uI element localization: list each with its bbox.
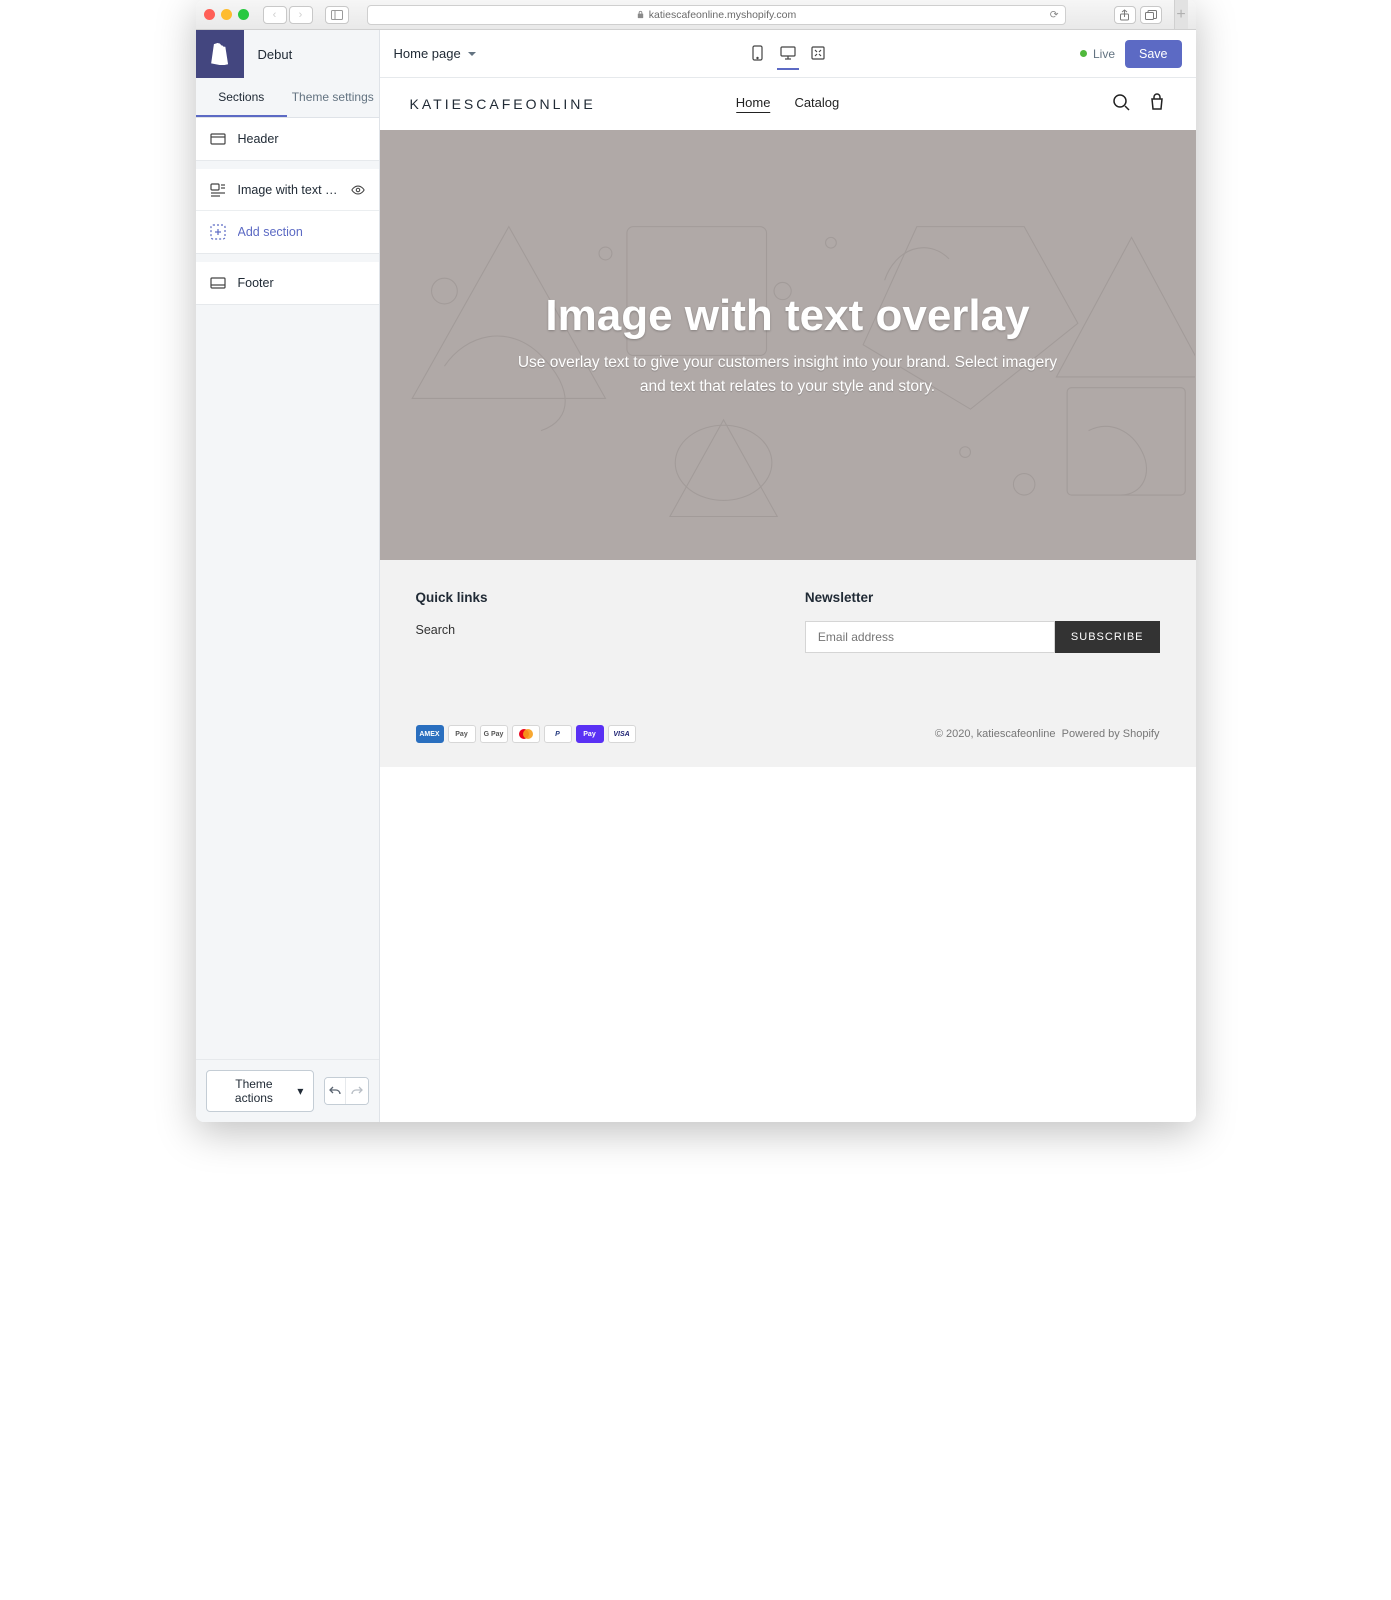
redo-button[interactable] [346,1078,367,1104]
store-nav: Home Catalog [736,95,840,113]
add-section-label: Add section [238,225,365,239]
editor-main: Home page Live Save KATIESCAFEONLINE [380,30,1196,1122]
hero-placeholder-art [380,130,1196,560]
subscribe-button[interactable]: SUBSCRIBE [1055,621,1160,653]
page-selector[interactable]: Home page [394,46,477,61]
quick-link-search[interactable]: Search [416,623,456,637]
close-window-icon[interactable] [204,9,215,20]
cart-icon[interactable] [1148,93,1166,116]
newsletter-title: Newsletter [805,590,1160,605]
add-section-button[interactable]: Add section [196,211,379,253]
card-amex-icon: AMEX [416,725,444,743]
store-name[interactable]: KATIESCAFEONLINE [410,96,596,112]
card-mastercard-icon [512,725,540,743]
desktop-view-button[interactable] [777,38,799,70]
section-list: Header [196,118,379,161]
search-icon[interactable] [1112,93,1130,116]
hero-subtitle: Use overlay text to give your customers … [508,351,1068,399]
theme-name: Debut [244,47,293,62]
copyright-text: © 2020, katiescafeonline [935,728,1056,740]
powered-by-link[interactable]: Powered by Shopify [1062,728,1160,740]
page-selector-label: Home page [394,46,461,61]
quick-links-title: Quick links [416,590,488,605]
browser-toolbar: ‹ › katiescafeonline.myshopify.com ⟳ + [196,0,1196,30]
eye-icon[interactable] [351,183,365,197]
hero-section: Image with text overlay Use overlay text… [380,130,1196,560]
minimize-window-icon[interactable] [221,9,232,20]
footer-icon [210,275,226,291]
forward-button[interactable]: › [289,6,313,24]
section-image-with-text[interactable]: Image with text ov... [196,169,379,211]
mobile-view-button[interactable] [747,38,769,70]
card-visa-icon: VISA [608,725,636,743]
reload-icon[interactable]: ⟳ [1050,9,1059,21]
store-footer-bottom: AMEX Pay G Pay P Pay VISA © 2020, katies… [380,713,1196,767]
brand-bar: Debut [196,30,379,78]
device-switcher [747,38,829,70]
share-icon[interactable] [1114,6,1136,24]
sidebar-toggle-icon[interactable] [325,6,349,24]
sidebar-tabs: Sections Theme settings [196,78,379,118]
undo-button[interactable] [325,1078,346,1104]
email-field[interactable] [805,621,1055,653]
url-bar[interactable]: katiescafeonline.myshopify.com ⟳ [367,5,1066,25]
theme-actions-button[interactable]: Theme actions ▾ [206,1070,315,1112]
tabs-icon[interactable] [1140,6,1162,24]
hero-title: Image with text overlay [545,291,1029,341]
card-shop-pay-icon: Pay [576,725,604,743]
image-text-icon [210,182,226,198]
save-button[interactable]: Save [1125,40,1182,68]
section-footer[interactable]: Footer [196,262,379,304]
live-status: Live [1080,47,1115,61]
section-image-with-text-label: Image with text ov... [238,183,339,197]
payment-cards: AMEX Pay G Pay P Pay VISA [416,725,636,743]
store-header: KATIESCAFEONLINE Home Catalog [380,78,1196,130]
tab-sections[interactable]: Sections [196,78,288,117]
editor-topbar: Home page Live Save [380,30,1196,78]
undo-redo-group [324,1077,368,1105]
nav-home[interactable]: Home [736,95,771,113]
shopify-logo-icon[interactable] [196,30,244,78]
header-icon [210,131,226,147]
lock-icon [636,10,645,19]
store-footer-columns: Quick links Search Newsletter SUBSCRIBE [380,560,1196,713]
fullscreen-view-button[interactable] [807,38,829,70]
sidebar-footer: Theme actions ▾ [196,1059,379,1122]
card-google-pay-icon: G Pay [480,725,508,743]
quick-links-column: Quick links Search [416,590,488,653]
back-button[interactable]: ‹ [263,6,287,24]
editor-sidebar: Debut Sections Theme settings Header Ima… [196,30,380,1122]
chevron-down-icon [467,49,477,59]
nav-catalog[interactable]: Catalog [794,95,839,113]
section-header[interactable]: Header [196,118,379,160]
new-tab-button[interactable]: + [1174,0,1188,29]
newsletter-column: Newsletter SUBSCRIBE [805,590,1160,653]
section-footer-label: Footer [238,276,365,290]
theme-actions-label: Theme actions [217,1077,292,1105]
card-apple-pay-icon: Pay [448,725,476,743]
theme-preview: KATIESCAFEONLINE Home Catalog [380,78,1196,1122]
tab-theme-settings[interactable]: Theme settings [287,78,379,117]
maximize-window-icon[interactable] [238,9,249,20]
add-icon [210,224,226,240]
card-paypal-icon: P [544,725,572,743]
section-header-label: Header [238,132,365,146]
window-controls [204,9,249,20]
caret-down-icon: ▾ [297,1084,303,1098]
url-text: katiescafeonline.myshopify.com [649,9,796,21]
